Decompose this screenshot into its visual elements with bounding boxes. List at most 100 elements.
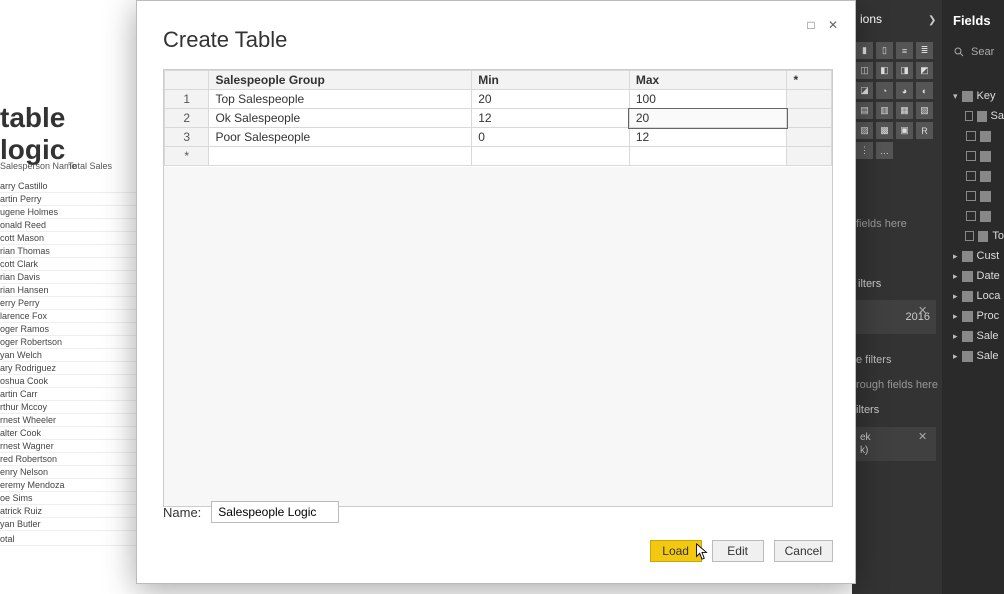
close-icon[interactable]: ✕ (918, 304, 927, 317)
column-icon (980, 191, 991, 202)
field-group[interactable]: ▸Cust (953, 246, 1004, 266)
viz-icon[interactable]: ◔ (876, 82, 893, 99)
field-item[interactable] (953, 166, 1004, 186)
checkbox-icon[interactable] (965, 111, 974, 121)
cell-max[interactable] (629, 147, 787, 166)
col-header-group[interactable]: Salespeople Group (209, 71, 472, 90)
field-group[interactable]: ▸Proc (953, 306, 1004, 326)
viz-icon[interactable]: ▨ (856, 122, 873, 139)
field-group[interactable]: ▸Sale (953, 326, 1004, 346)
field-item[interactable] (953, 146, 1004, 166)
viz-icon[interactable]: ▯ (876, 42, 893, 59)
name-row: Name: (163, 501, 339, 523)
field-item[interactable]: Sa (953, 106, 1004, 126)
cell-group[interactable]: Top Salespeople (209, 90, 472, 109)
fields-search[interactable]: Sear (953, 46, 994, 58)
field-item[interactable] (953, 186, 1004, 206)
viz-icon[interactable]: ◕ (896, 82, 913, 99)
viz-icon[interactable]: ▩ (876, 122, 893, 139)
viz-icon[interactable]: ≣ (916, 42, 933, 59)
col-header-min[interactable]: Min (472, 71, 630, 90)
viz-icon[interactable]: ⋮ (856, 142, 873, 159)
viz-icon[interactable]: ▧ (916, 102, 933, 119)
field-group[interactable]: ▸Date (953, 266, 1004, 286)
dialog-title: Create Table (163, 27, 287, 53)
viz-icon[interactable]: ◩ (916, 62, 933, 79)
checkbox-icon[interactable] (966, 191, 976, 201)
cell-min[interactable] (472, 147, 630, 166)
viz-icon[interactable]: ▤ (856, 102, 873, 119)
viz-icon[interactable]: ▦ (896, 102, 913, 119)
chevron-right-icon[interactable]: ❯ (928, 15, 936, 26)
close-icon[interactable]: ✕ (825, 17, 841, 33)
viz-icon[interactable]: ◫ (856, 62, 873, 79)
bg-th-name: Salesperson Name (0, 161, 77, 171)
search-icon (953, 46, 965, 58)
table-row: artin Carr (0, 388, 136, 401)
col-header-blank[interactable]: * (787, 71, 832, 90)
grid-corner (165, 71, 209, 90)
column-icon (980, 131, 991, 142)
viz-icon[interactable]: ◧ (876, 62, 893, 79)
row-index: 3 (165, 128, 209, 147)
edit-button[interactable]: Edit (712, 540, 764, 562)
close-icon[interactable]: ✕ (918, 430, 927, 443)
table-row-new[interactable]: * (165, 147, 832, 166)
create-table-dialog: □ ✕ Create Table Salespeople Group Min M… (136, 0, 856, 584)
cell-max[interactable]: 100 (629, 90, 787, 109)
table-row[interactable]: 1Top Salespeople20100 (165, 90, 832, 109)
table-row: cott Mason (0, 232, 136, 245)
viz-icon[interactable]: ≡ (896, 42, 913, 59)
table-row: erry Perry (0, 297, 136, 310)
col-header-max[interactable]: Max (629, 71, 787, 90)
cell-group[interactable] (209, 147, 472, 166)
table-row: arry Castillo (0, 180, 136, 193)
dialog-button-bar: Load Edit Cancel (650, 540, 833, 562)
checkbox-icon[interactable] (966, 171, 976, 181)
table-name-input[interactable] (211, 501, 339, 523)
table-row: alter Cook (0, 427, 136, 440)
table-row: oger Robertson (0, 336, 136, 349)
checkbox-icon[interactable] (966, 131, 976, 141)
viz-icon[interactable]: ▥ (876, 102, 893, 119)
table-row[interactable]: 3Poor Salespeople012 (165, 128, 832, 147)
checkbox-icon[interactable] (966, 211, 976, 221)
cell-min[interactable]: 0 (472, 128, 630, 147)
cell-min[interactable]: 20 (472, 90, 630, 109)
viz-icon[interactable]: ▮ (856, 42, 873, 59)
viz-icon[interactable]: ◨ (896, 62, 913, 79)
field-table-label: Loca (977, 290, 1001, 302)
cell-max[interactable]: 20 (629, 109, 787, 128)
load-button[interactable]: Load (650, 540, 702, 562)
table-total: otal (0, 533, 136, 546)
viz-icon[interactable]: … (876, 142, 893, 159)
checkbox-icon[interactable] (966, 151, 976, 161)
table-row[interactable]: 2Ok Salespeople1220 (165, 109, 832, 128)
column-icon (977, 111, 986, 122)
column-icon (980, 151, 991, 162)
cancel-button[interactable]: Cancel (774, 540, 833, 562)
cell-max[interactable]: 12 (629, 128, 787, 147)
viz-icon[interactable]: ▣ (896, 122, 913, 139)
checkbox-icon[interactable] (965, 231, 974, 241)
field-item[interactable]: To (953, 226, 1004, 246)
viz-icon[interactable]: R (916, 122, 933, 139)
field-item[interactable] (953, 126, 1004, 146)
caret-right-icon: ▸ (953, 351, 958, 362)
viz-icon[interactable]: ◐ (916, 82, 933, 99)
field-group[interactable]: ▸Loca (953, 286, 1004, 306)
data-grid[interactable]: Salespeople Group Min Max * 1Top Salespe… (163, 69, 833, 507)
table-row: rian Davis (0, 271, 136, 284)
field-group[interactable]: ▸Sale (953, 346, 1004, 366)
field-group-key[interactable]: ▾Key (953, 86, 1004, 106)
field-item[interactable] (953, 206, 1004, 226)
cell-group[interactable]: Ok Salespeople (209, 109, 472, 128)
visualizations-header: ions (860, 12, 882, 26)
caret-down-icon: ▾ (953, 91, 958, 102)
viz-icon[interactable]: ◪ (856, 82, 873, 99)
cell-blank (787, 109, 832, 128)
table-row: rnest Wheeler (0, 414, 136, 427)
cell-group[interactable]: Poor Salespeople (209, 128, 472, 147)
cell-min[interactable]: 12 (472, 109, 630, 128)
maximize-icon[interactable]: □ (803, 17, 819, 33)
